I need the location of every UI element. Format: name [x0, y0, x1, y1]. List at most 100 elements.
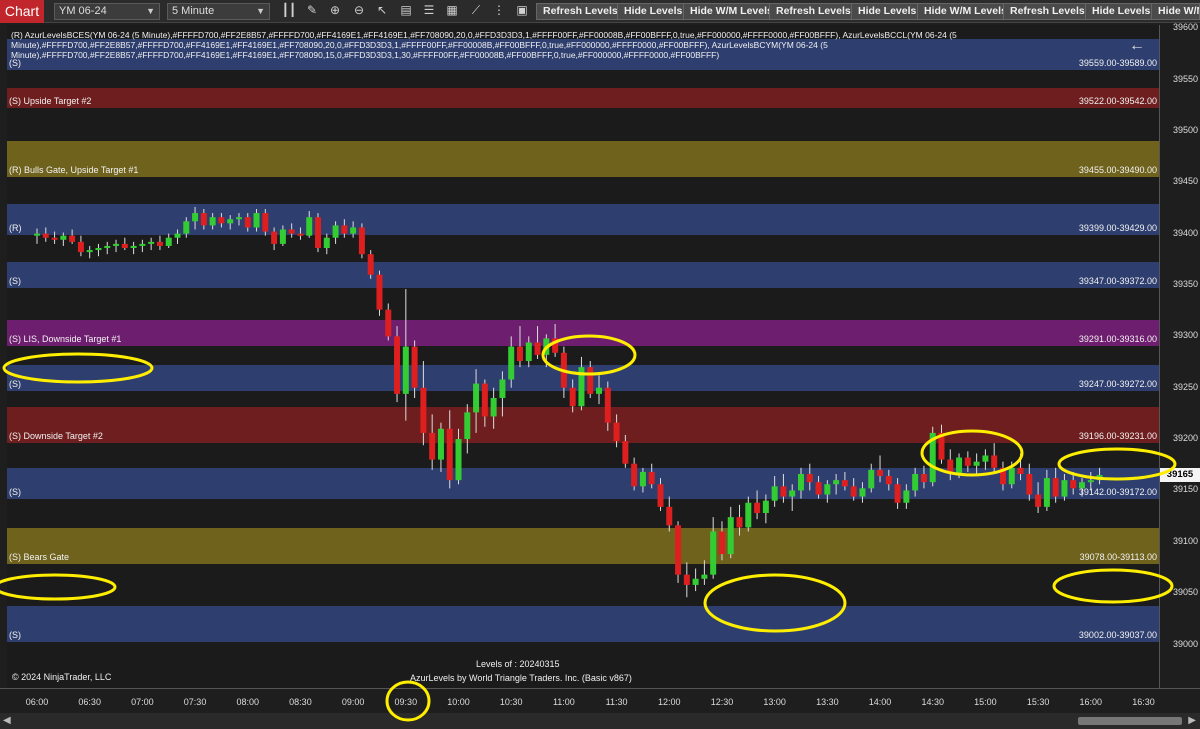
price-tick: 39450 [1172, 176, 1198, 187]
grid-icon[interactable]: ▣ [514, 3, 530, 20]
candle [455, 428, 462, 485]
candle [859, 482, 866, 503]
zoom-icon[interactable]: ⊕ [327, 3, 343, 20]
time-tick: 06:30 [78, 697, 101, 707]
candle-body-up [1043, 478, 1050, 507]
candle [587, 360, 594, 398]
candle [982, 449, 989, 470]
hide-levels-button[interactable]: Hide Levels [617, 3, 690, 20]
data-box-icon[interactable]: ▤ [398, 3, 414, 20]
candle-body-up [174, 233, 181, 238]
price-tick: 39600 [1172, 22, 1198, 33]
candle [332, 221, 339, 244]
candle-body-down [675, 525, 682, 575]
timeframe-selector[interactable]: 5 Minute ▼ [167, 3, 270, 20]
time-tick: 10:30 [499, 697, 523, 707]
candle-body-down [394, 336, 401, 394]
candle-body-down [1026, 473, 1033, 495]
time-axis[interactable]: 06:00 06:30 07:00 07:30 08:00 08:30 09:00 09:30… [0, 688, 1200, 714]
indicator-parameters: (R) AzurLevelsBCES(YM 06-24 (5 Minute),#… [11, 30, 957, 60]
chart-trader-icon[interactable]: ⋮ [491, 3, 507, 20]
candle-body-down [552, 338, 559, 353]
candle [77, 235, 84, 257]
hide-wm-levels-button[interactable]: Hide W/M Levels [917, 3, 1014, 20]
candle [446, 410, 453, 489]
candle [701, 560, 708, 585]
candle [376, 270, 383, 316]
instrument-selector[interactable]: YM 06-24 ▼ [54, 3, 160, 20]
bar-style-icon[interactable]: ┃┃ [281, 3, 297, 20]
candle-body-up [929, 432, 936, 483]
candle-body-up [95, 248, 102, 251]
back-arrow-icon[interactable]: ← [1129, 37, 1145, 55]
candle-body-down [683, 574, 690, 585]
candle-body-down [648, 471, 655, 485]
price-tick: 39350 [1172, 278, 1198, 289]
candle-body-down [991, 455, 998, 468]
candle-body-up [596, 387, 603, 394]
strategy-icon[interactable]: ▦ [444, 3, 460, 20]
last-price-marker: 39165 [1160, 468, 1200, 482]
instrument-value: YM 06-24 [59, 5, 107, 17]
price-tick: 39500 [1172, 124, 1198, 135]
candle [833, 473, 840, 495]
candle-body-down [358, 227, 365, 255]
price-tick: 39250 [1172, 381, 1198, 392]
pointer-icon[interactable]: ↖ [374, 3, 390, 20]
properties-icon[interactable]: ☰ [421, 3, 437, 20]
candle [192, 206, 199, 230]
hide-levels-button[interactable]: Hide Levels [851, 3, 924, 20]
time-tick: 12:30 [710, 697, 734, 707]
candle-body-down [999, 467, 1006, 485]
hide-levels-button[interactable]: Hide Levels [1085, 3, 1158, 20]
hide-wm-levels-button[interactable]: Hide W/M Levels [683, 3, 780, 20]
pencil-icon[interactable]: ✎ [304, 3, 320, 20]
candle [552, 324, 559, 357]
candle-body-down [718, 531, 725, 555]
candle [903, 484, 910, 509]
time-tick: 08:00 [236, 697, 260, 707]
candle-body-down [964, 457, 971, 466]
chevron-down-icon: ▼ [256, 6, 265, 16]
refresh-levels-button[interactable]: Refresh Levels [1003, 3, 1092, 20]
candle [639, 467, 646, 493]
candle [613, 414, 620, 448]
price-axis[interactable]: 39600 39550 39500 39450 39400 39350 39300 39250… [1159, 22, 1200, 688]
candle [367, 250, 374, 279]
candle [429, 414, 436, 470]
chart-plot-area[interactable]: (R)39613.00-39638.00(S)39559.00-39589.00… [7, 25, 1159, 688]
candle [279, 225, 286, 246]
candle-body-up [183, 221, 190, 234]
candle-body-up [86, 250, 93, 253]
candle-body-down [411, 346, 418, 388]
candle [815, 476, 822, 499]
refresh-levels-button[interactable]: Refresh Levels [769, 3, 858, 20]
candle-body-up [350, 227, 357, 234]
candle-body-up [235, 217, 242, 220]
chart-tab[interactable]: Chart [0, 0, 44, 23]
scroll-left-icon[interactable]: ◀ [3, 715, 11, 726]
zoom-out-icon[interactable]: ⊖ [351, 3, 367, 20]
scrollbar-thumb[interactable] [1078, 717, 1182, 725]
hide-wm-levels-button[interactable]: Hide W/M [1151, 3, 1200, 20]
candle [885, 469, 892, 491]
candle-body-up [1087, 480, 1094, 483]
candle-body-up [824, 484, 831, 495]
candle-body-up [833, 480, 840, 485]
scroll-right-icon[interactable]: ▶ [1188, 715, 1196, 726]
candle [341, 219, 348, 238]
horizontal-scrollbar[interactable]: ◀ ▶ [0, 713, 1200, 729]
candle [964, 451, 971, 472]
refresh-levels-button[interactable]: Refresh Levels [536, 3, 625, 20]
candle [130, 241, 137, 255]
drawing-tool-icon[interactable]: ⟋ [468, 3, 484, 20]
candle-body-up [139, 243, 146, 246]
candle [956, 453, 963, 479]
candle-body-up [1061, 480, 1068, 497]
chart-toolbar: Chart YM 06-24 ▼ 5 Minute ▼ ┃┃ ✎ ⊕ ⊖ ↖ ▤… [0, 0, 1200, 23]
candle-body-down [622, 441, 629, 464]
time-tick: 15:30 [1026, 697, 1050, 707]
candle [657, 478, 664, 511]
candle [51, 231, 58, 244]
candle [227, 215, 234, 230]
